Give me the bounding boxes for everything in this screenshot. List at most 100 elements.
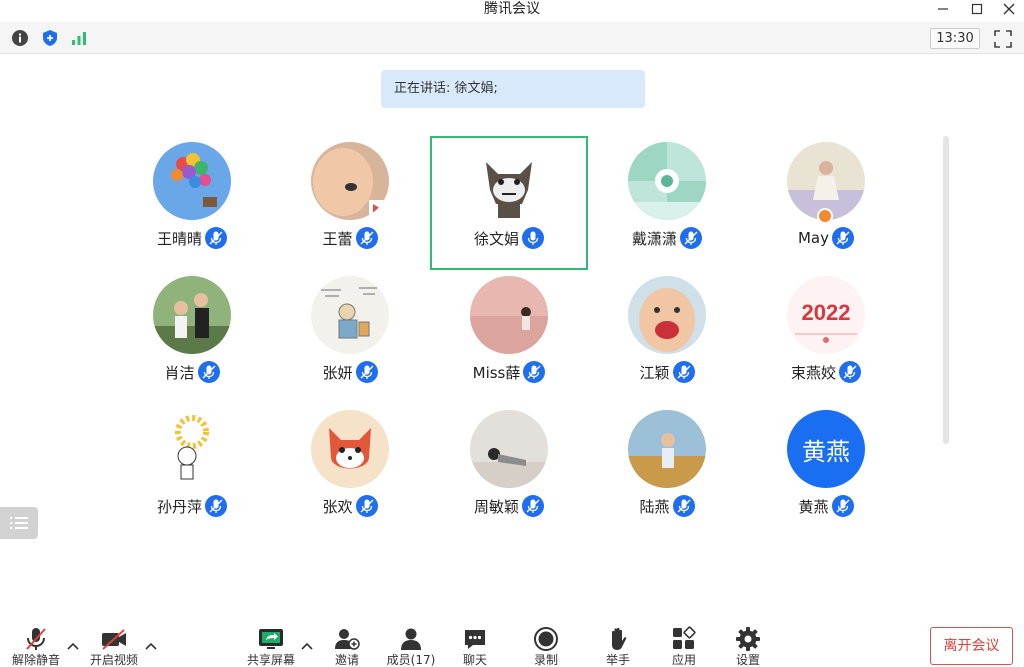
participant-name-row: May — [747, 226, 905, 250]
participant-avatar — [153, 142, 231, 220]
info-button[interactable] — [10, 28, 30, 48]
mic-icon — [680, 227, 702, 249]
add-user-icon — [335, 629, 360, 650]
settings-button[interactable]: 设置 — [718, 625, 778, 667]
grid-scrollbar[interactable] — [943, 136, 949, 444]
participant-tile[interactable]: 江颖 — [588, 270, 746, 404]
maximize-button[interactable] — [962, 0, 992, 18]
participant-name: 徐文娟 — [473, 229, 519, 248]
participant-name: 张妍 — [322, 363, 353, 382]
share-screen-button[interactable]: 共享屏幕 — [241, 625, 301, 667]
chevron-up-icon[interactable] — [144, 640, 158, 652]
chevron-up-icon[interactable] — [66, 640, 80, 652]
close-button[interactable] — [994, 0, 1024, 18]
leave-meeting-button[interactable]: 离开会议 — [930, 627, 1013, 665]
participant-tile[interactable]: 张妍 — [271, 270, 429, 404]
invite-label: 邀请 — [334, 653, 359, 667]
participant-name: 张欢 — [322, 497, 353, 516]
avatar-card-text: 2022 — [802, 300, 851, 325]
participant-avatar — [153, 410, 231, 488]
participant-name-row: 黄燕 — [747, 494, 905, 518]
apps-icon — [673, 626, 696, 649]
start-video-button[interactable]: 开启视频 — [84, 625, 144, 667]
participant-tile[interactable]: 黄燕 黄燕 — [747, 404, 905, 538]
members-icon — [401, 628, 421, 650]
mic-icon — [672, 495, 695, 517]
host-badge-icon — [817, 208, 833, 224]
participant-name-row: 徐文娟 — [432, 226, 586, 250]
participant-name: 周敏颖 — [473, 497, 519, 516]
share-screen-label: 共享屏幕 — [246, 653, 295, 667]
muted-mic-icon — [26, 628, 46, 650]
participant-name-row: 江颖 — [588, 360, 746, 384]
invite-button[interactable]: 邀请 — [317, 625, 377, 667]
security-button[interactable] — [40, 28, 60, 48]
participant-tile[interactable]: 戴潇潇 — [588, 136, 746, 270]
mic-icon — [672, 361, 695, 383]
participant-name-row: 陆燕 — [588, 494, 746, 518]
mic-icon — [355, 361, 378, 383]
participant-name-row: 肖洁 — [113, 360, 271, 384]
close-icon — [1003, 3, 1015, 15]
participant-name-row: 周敏颖 — [430, 494, 588, 518]
title-bar: 腾讯会议 — [0, 0, 1024, 22]
network-status[interactable] — [69, 28, 89, 48]
participant-tile[interactable]: 陆燕 — [588, 404, 746, 538]
share-screen-icon — [259, 629, 283, 649]
participant-tile[interactable]: 孙丹萍 — [113, 404, 271, 538]
participant-avatar — [311, 410, 389, 488]
gallery-list-toggle[interactable] — [0, 507, 38, 539]
minimize-button[interactable] — [928, 0, 958, 18]
avatar-text: 黄燕 — [802, 437, 850, 466]
participant-name: 戴潇潇 — [631, 229, 677, 248]
participant-tile[interactable]: 王蕾 — [271, 136, 429, 270]
raise-hand-button[interactable]: 举手 — [588, 625, 648, 667]
speaking-banner: 正在讲话: 徐文娟; — [381, 70, 645, 108]
members-label: 成员(17) — [386, 653, 436, 667]
participant-name: 陆燕 — [639, 497, 670, 516]
raise-hand-label: 举手 — [605, 653, 630, 667]
video-off-icon — [102, 629, 126, 650]
unmute-label: 解除静音 — [11, 653, 60, 667]
info-icon — [12, 30, 28, 46]
gear-icon — [736, 627, 760, 651]
start-video-label: 开启视频 — [89, 653, 138, 667]
participant-avatar — [311, 276, 389, 354]
mic-icon — [832, 227, 854, 249]
participant-tile[interactable]: 徐文娟 — [430, 136, 588, 270]
chevron-up-icon[interactable] — [300, 640, 314, 652]
unmute-button[interactable]: 解除静音 — [6, 625, 66, 667]
mic-icon — [839, 361, 861, 383]
participant-tile[interactable]: 王晴晴 — [113, 136, 271, 270]
fullscreen-button[interactable] — [993, 29, 1013, 49]
shield-icon — [43, 30, 57, 46]
speaking-name: 徐文娟; — [454, 81, 498, 96]
chat-button[interactable]: 聊天 — [445, 625, 505, 667]
mic-icon — [522, 495, 544, 517]
apps-label: 应用 — [671, 653, 696, 667]
participant-name-row: 束燕姣 — [747, 360, 905, 384]
participant-name-row: 孙丹萍 — [113, 494, 271, 518]
participant-tile[interactable]: 张欢 — [271, 404, 429, 538]
participant-tile[interactable]: 周敏颖 — [430, 404, 588, 538]
participant-name-row: 戴潇潇 — [588, 226, 746, 250]
participant-name-row: 张妍 — [271, 360, 429, 384]
participant-name-row: 王晴晴 — [113, 226, 271, 250]
list-icon — [10, 517, 28, 529]
participant-name: May — [797, 229, 829, 247]
mic-icon — [205, 495, 227, 517]
maximize-icon — [971, 3, 983, 15]
participant-name-row: 王蕾 — [271, 226, 429, 250]
participant-name-row: 张欢 — [271, 494, 429, 518]
participant-name: 黄燕 — [798, 497, 829, 516]
minimize-icon — [938, 8, 948, 10]
participant-avatar — [628, 276, 706, 354]
participant-tile[interactable]: Miss薛 — [430, 270, 588, 404]
apps-button[interactable]: 应用 — [654, 625, 714, 667]
participant-tile[interactable]: 2022 束燕姣 — [747, 270, 905, 404]
meeting-clock: 13:30 — [930, 28, 980, 49]
participant-tile[interactable]: 肖洁 — [113, 270, 271, 404]
members-button[interactable]: 成员(17) — [381, 625, 441, 667]
record-button[interactable]: 录制 — [516, 625, 576, 667]
participant-tile[interactable]: May — [747, 136, 905, 270]
